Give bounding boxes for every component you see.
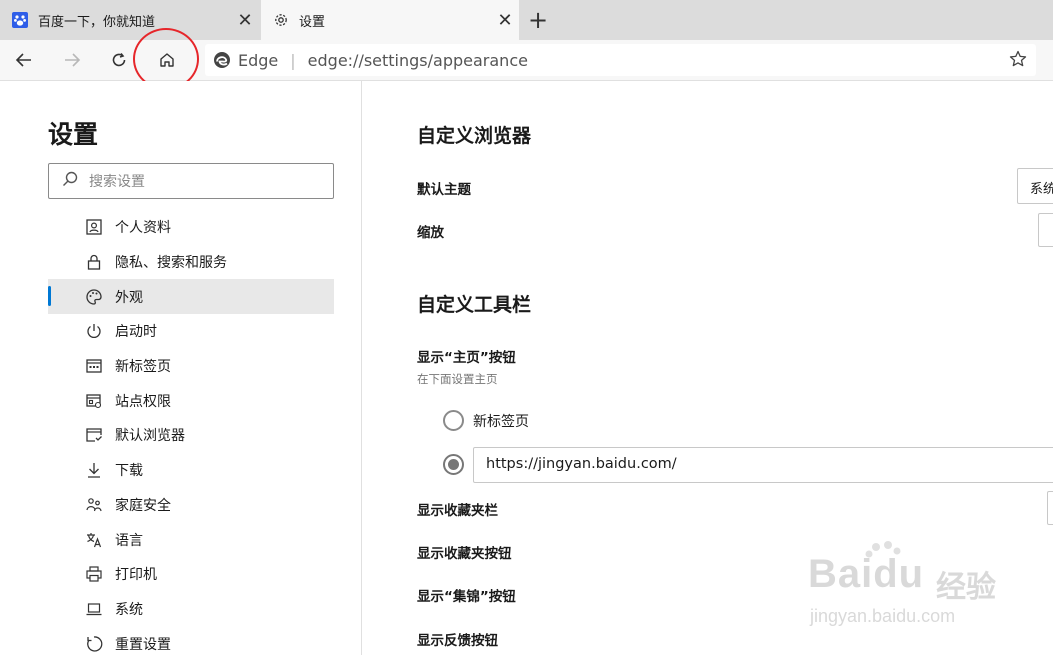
profile-icon [84, 218, 104, 236]
sidebar-item-label: 启动时 [115, 324, 157, 341]
radio-custom-url[interactable] [443, 454, 464, 475]
sidebar-item-label: 语言 [115, 532, 143, 549]
power-icon [84, 322, 104, 340]
sidebar-nav: 个人资料 隐私、搜索和服务 外观 启动时 新标签页 站点权限 默认浏览器 下载 [48, 210, 334, 661]
sidebar-item-profile[interactable]: 个人资料 [48, 210, 334, 245]
star-icon[interactable] [1008, 49, 1028, 73]
search-placeholder: 搜索设置 [89, 174, 145, 190]
watermark-cn: 经验 [936, 570, 996, 605]
show-home-button-label: 显示“主页”按钮 [417, 350, 516, 366]
show-feedback-button-label: 显示反馈按钮 [417, 633, 498, 649]
sidebar-item-label: 家庭安全 [115, 497, 171, 514]
sidebar-item-label: 新标签页 [115, 359, 171, 376]
sidebar-item-label: 个人资料 [115, 220, 171, 237]
sidebar-item-site-permissions[interactable]: 站点权限 [48, 383, 334, 418]
palette-icon [84, 288, 104, 306]
sidebar-item-privacy[interactable]: 隐私、搜索和服务 [48, 245, 334, 280]
family-icon [84, 496, 104, 514]
sidebar-item-reset[interactable]: 重置设置 [48, 626, 334, 661]
refresh-icon [112, 53, 126, 67]
show-collections-button-label: 显示“集锦”按钮 [417, 589, 516, 605]
search-input[interactable]: 搜索设置 [48, 163, 334, 199]
sidebar-item-label: 默认浏览器 [115, 428, 185, 445]
home-sub-label: 在下面设置主页 [417, 372, 498, 386]
site-permissions-icon [84, 392, 104, 410]
address-separator: | [290, 50, 296, 70]
sidebar-item-label: 系统 [115, 601, 143, 618]
edge-logo-icon [214, 52, 230, 68]
tab-settings[interactable]: 设置 ✕ [261, 0, 519, 40]
printer-icon [84, 565, 104, 583]
theme-select[interactable]: 系统 [1017, 168, 1053, 204]
section-title-customize-browser: 自定义浏览器 [417, 125, 532, 147]
arrow-left-icon [15, 53, 31, 67]
zoom-label: 缩放 [417, 225, 444, 241]
sidebar-item-label: 下载 [115, 463, 143, 480]
reset-icon [84, 635, 104, 653]
baidu-paw-icon [12, 12, 28, 28]
gear-icon [273, 12, 289, 28]
download-icon [84, 461, 104, 479]
new-tab-button[interactable]: + [524, 6, 552, 34]
sidebar-item-appearance[interactable]: 外观 [48, 279, 334, 315]
arrow-right-icon [65, 53, 81, 67]
favorites-bar-select[interactable] [1047, 491, 1053, 525]
watermark-url: jingyan.baidu.com [810, 606, 956, 626]
default-theme-label: 默认主题 [417, 182, 471, 198]
show-favorites-button-label: 显示收藏夹按钮 [417, 546, 512, 562]
page-title: 设置 [48, 120, 99, 149]
search-icon [61, 170, 79, 192]
sidebar-item-label: 外观 [115, 289, 143, 306]
close-icon[interactable]: ✕ [231, 10, 259, 31]
sidebar-item-label: 重置设置 [115, 636, 171, 653]
sidebar-item-family[interactable]: 家庭安全 [48, 488, 334, 523]
radio-newtab-label: 新标签页 [473, 414, 529, 430]
lock-icon [84, 253, 104, 271]
watermark-logo: Baidu [808, 552, 925, 596]
sidebar-item-printers[interactable]: 打印机 [48, 557, 334, 592]
edge-brand-label: Edge [238, 50, 279, 70]
baidu-jingyan-watermark: Baidu 经验 jingyan.baidu.com [808, 540, 1048, 652]
tab-title: 设置 [299, 14, 326, 30]
sidebar-item-system[interactable]: 系统 [48, 592, 334, 627]
sidebar-item-label: 站点权限 [115, 393, 171, 410]
sidebar-item-newtab[interactable]: 新标签页 [48, 349, 334, 384]
zoom-select[interactable] [1038, 213, 1053, 247]
system-icon [84, 600, 104, 618]
forward-button[interactable] [57, 45, 87, 75]
default-browser-icon [84, 426, 104, 444]
settings-sidebar: 设置 搜索设置 个人资料 隐私、搜索和服务 外观 启动时 新标签页 站点权限 默… [0, 81, 362, 655]
tab-title: 百度一下，你就知道 [38, 14, 156, 30]
sidebar-item-startup[interactable]: 启动时 [48, 314, 334, 349]
close-icon[interactable]: ✕ [491, 10, 519, 31]
tab-baidu[interactable]: 百度一下，你就知道 ✕ [0, 0, 259, 40]
home-url-input[interactable]: https://jingyan.baidu.com/ [473, 447, 1053, 483]
sidebar-item-label: 打印机 [115, 567, 157, 584]
address-bar[interactable]: Edge | edge://settings/appearance [205, 44, 1036, 76]
language-icon [84, 531, 104, 549]
refresh-button[interactable] [104, 45, 134, 75]
sidebar-item-downloads[interactable]: 下载 [48, 453, 334, 488]
address-url: edge://settings/appearance [307, 50, 528, 70]
show-favorites-bar-label: 显示收藏夹栏 [417, 503, 498, 519]
sidebar-item-language[interactable]: 语言 [48, 522, 334, 557]
sidebar-item-default-browser[interactable]: 默认浏览器 [48, 418, 334, 453]
section-title-customize-toolbar: 自定义工具栏 [417, 294, 532, 316]
radio-newtab[interactable] [443, 410, 464, 431]
newtab-icon [84, 357, 104, 375]
sidebar-item-label: 隐私、搜索和服务 [115, 255, 227, 272]
back-button[interactable] [9, 45, 39, 75]
